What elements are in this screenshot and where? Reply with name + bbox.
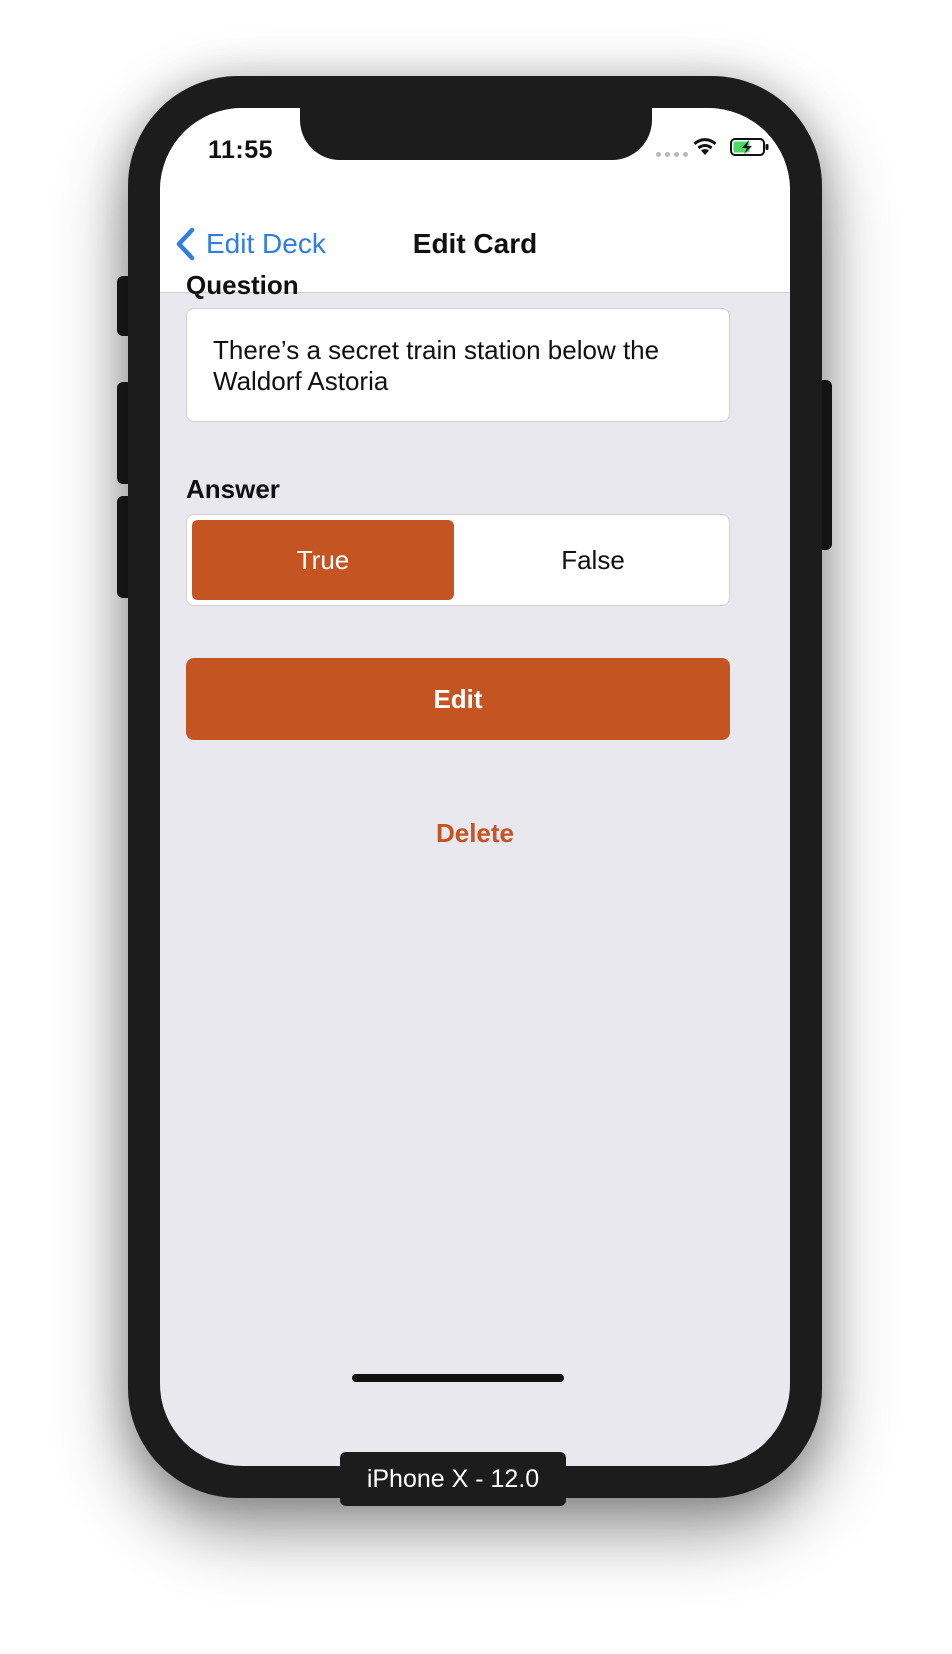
answer-option-true[interactable]: True (192, 520, 454, 600)
answer-label: Answer (186, 474, 280, 504)
answer-segmented-control: True False (186, 514, 730, 606)
answer-option-false[interactable]: False (462, 520, 724, 600)
question-input[interactable]: There’s a secret train station below the… (186, 308, 730, 422)
question-label: Question (186, 270, 299, 300)
screen: 11:55 Edit Deck Edit Card Question There… (160, 108, 790, 1466)
device-label: iPhone X - 12.0 (340, 1452, 566, 1506)
home-indicator (352, 1374, 564, 1382)
edit-button[interactable]: Edit (186, 658, 730, 740)
delete-button[interactable]: Delete (375, 808, 575, 858)
